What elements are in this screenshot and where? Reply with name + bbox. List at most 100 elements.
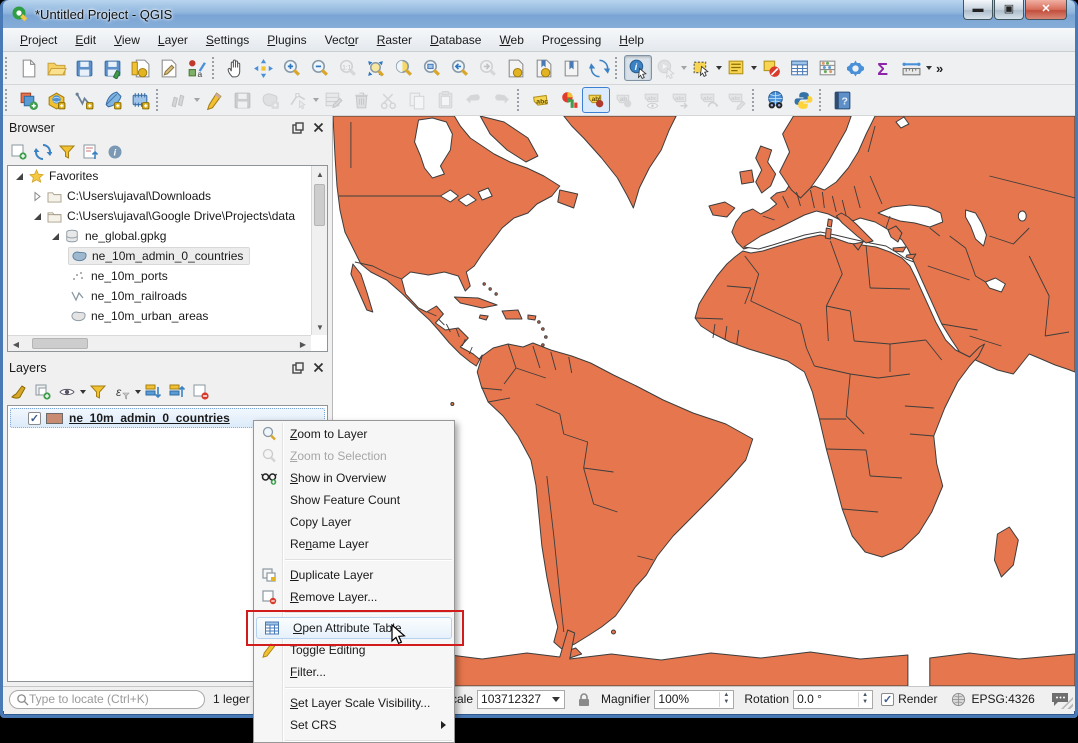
deselect-features-button[interactable] (757, 55, 785, 81)
toolbar-handle[interactable] (615, 57, 622, 79)
scroll-down-icon[interactable]: ▼ (312, 319, 327, 335)
menu-web[interactable]: Web (490, 30, 532, 50)
toolbar-handle[interactable] (517, 89, 524, 111)
change-label-button[interactable]: abc (722, 87, 750, 113)
layer-labeling-button[interactable]: abc (526, 87, 554, 113)
crs-globe-icon[interactable] (951, 692, 966, 707)
menu-item-show-in-overview[interactable]: Show in Overview (254, 467, 454, 489)
identify-features-button[interactable]: i (624, 55, 652, 81)
save-layer-edits-button[interactable] (228, 87, 256, 113)
add-selected-layers-button[interactable] (7, 141, 31, 163)
scroll-right-icon[interactable]: ▶ (295, 336, 311, 351)
redo-button[interactable] (487, 87, 515, 113)
statistical-summary-button[interactable]: Σ (869, 55, 897, 81)
run-feature-action-button[interactable] (652, 55, 680, 81)
filter-by-expression-button[interactable]: ε (110, 381, 134, 403)
expanded-twisty-icon[interactable] (14, 171, 25, 182)
refresh-button[interactable] (585, 55, 613, 81)
menu-item-copy-layer[interactable]: Copy Layer (254, 511, 454, 533)
new-map-view-button[interactable] (501, 55, 529, 81)
pan-to-selection-button[interactable] (249, 55, 277, 81)
locate-box[interactable] (9, 689, 205, 709)
modify-attributes-button[interactable] (319, 87, 347, 113)
open-project-button[interactable] (42, 55, 70, 81)
tree-item-ports-layer[interactable]: ne_10m_ports (8, 266, 311, 286)
tree-item-urban-areas-layer[interactable]: ne_10m_urban_areas (8, 306, 311, 326)
new-virtual-layer-button[interactable] (126, 87, 154, 113)
manage-map-themes-button[interactable] (55, 381, 79, 403)
toolbar-handle[interactable] (819, 89, 826, 111)
measure-line-button[interactable] (897, 55, 925, 81)
select-features-by-value-button[interactable] (722, 55, 750, 81)
menu-settings[interactable]: Settings (197, 30, 258, 50)
expand-all-button[interactable] (141, 381, 165, 403)
open-data-source-manager-button[interactable] (14, 87, 42, 113)
toolbar-handle[interactable] (5, 89, 12, 111)
toolbar-handle[interactable] (212, 57, 219, 79)
toolbar-handle[interactable] (156, 89, 163, 111)
lock-scale-icon[interactable] (577, 692, 591, 707)
close-panel-button[interactable] (310, 120, 326, 136)
menu-edit[interactable]: Edit (66, 30, 105, 50)
menu-raster[interactable]: Raster (368, 30, 421, 50)
browser-refresh-button[interactable] (31, 141, 55, 163)
pan-map-button[interactable] (221, 55, 249, 81)
scrollbar-thumb[interactable] (314, 184, 325, 226)
show-hide-labels-button[interactable]: abc (638, 87, 666, 113)
close-button[interactable]: ✕ (1025, 0, 1067, 20)
menu-view[interactable]: View (105, 30, 149, 50)
menu-item-show-feature-count[interactable]: Show Feature Count (254, 489, 454, 511)
field-calculator-button[interactable] (813, 55, 841, 81)
menu-project[interactable]: Project (11, 30, 66, 50)
new-spatialite-layer-button[interactable] (98, 87, 126, 113)
menu-processing[interactable]: Processing (533, 30, 610, 50)
float-panel-button[interactable] (290, 120, 306, 136)
crs-status[interactable]: EPSG:4326 (971, 692, 1034, 706)
copy-features-button[interactable] (403, 87, 431, 113)
menu-item-remove-layer[interactable]: Remove Layer... (254, 586, 454, 608)
spinner-arrows-icon[interactable]: ▲ ▼ (858, 691, 871, 707)
new-geopackage-layer-button[interactable] (42, 87, 70, 113)
open-layer-styling-button[interactable] (7, 381, 31, 403)
tree-item-data-folder[interactable]: C:\Users\ujaval\Google Drive\Projects\da… (8, 206, 311, 226)
style-manager-button[interactable]: a (182, 55, 210, 81)
browser-properties-button[interactable]: i (103, 141, 127, 163)
pin-unpin-labels-button[interactable]: ab (610, 87, 638, 113)
float-panel-button[interactable] (290, 360, 306, 376)
add-group-button[interactable] (31, 381, 55, 403)
spinner-arrows-icon[interactable]: ▲ ▼ (719, 691, 732, 707)
highlight-pinned-labels-button[interactable]: ab (582, 87, 610, 113)
scroll-up-icon[interactable]: ▲ (312, 166, 327, 182)
scrollbar-thumb[interactable] (32, 338, 88, 349)
remove-layer-group-button[interactable] (189, 381, 213, 403)
open-attribute-table-button[interactable] (785, 55, 813, 81)
add-polygon-feature-button[interactable] (256, 87, 284, 113)
tree-item-countries-layer[interactable]: ne_10m_admin_0_countries (8, 246, 311, 266)
menu-layer[interactable]: Layer (149, 30, 197, 50)
tree-item-gpkg[interactable]: ne_global.gpkg (8, 226, 311, 246)
cut-features-button[interactable] (375, 87, 403, 113)
show-layout-manager-button[interactable] (154, 55, 182, 81)
tree-item-favorites[interactable]: Favorites (8, 166, 311, 186)
close-panel-button[interactable] (310, 360, 326, 376)
layer-visibility-checkbox[interactable]: ✓ (28, 411, 41, 425)
scroll-left-icon[interactable]: ◀ (8, 336, 24, 351)
locate-input[interactable] (29, 692, 179, 706)
menu-item-filter[interactable]: Filter... (254, 661, 454, 683)
menu-plugins[interactable]: Plugins (258, 30, 315, 50)
zoom-to-layer-button[interactable] (417, 55, 445, 81)
magnifier-spinbox[interactable]: 100% ▲ ▼ (654, 689, 735, 709)
tree-item-downloads[interactable]: C:\Users\ujaval\Downloads (8, 186, 311, 206)
menu-database[interactable]: Database (421, 30, 490, 50)
menu-help[interactable]: Help (610, 30, 653, 50)
menu-item-zoom-to-layer[interactable]: Zoom to Layer (254, 423, 454, 445)
zoom-in-button[interactable] (277, 55, 305, 81)
toolbar-handle[interactable] (5, 57, 12, 79)
select-features-button[interactable] (687, 55, 715, 81)
save-project-as-button[interactable] (98, 55, 126, 81)
help-button[interactable]: ? (828, 87, 856, 113)
menu-item-set-crs[interactable]: Set CRS (254, 714, 454, 736)
new-print-layout-button[interactable] (126, 55, 154, 81)
menu-item-zoom-to-selection[interactable]: Zoom to Selection (254, 445, 454, 467)
tree-item-railroads-layer[interactable]: ne_10m_railroads (8, 286, 311, 306)
